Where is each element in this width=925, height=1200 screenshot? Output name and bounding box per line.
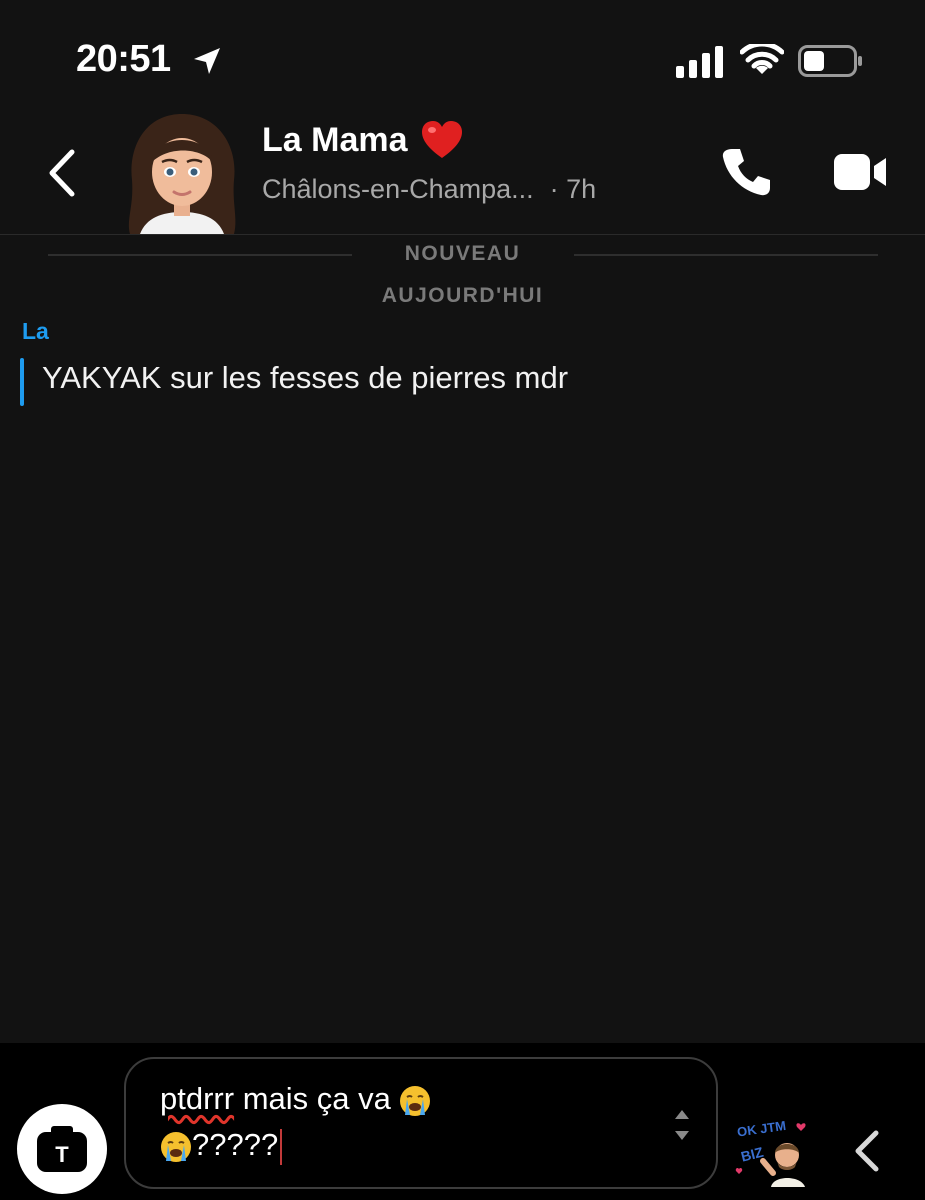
signal-icon [676, 46, 723, 78]
input-line-2: ????? [160, 1127, 283, 1165]
back-chevron-icon[interactable] [44, 148, 80, 198]
stepper-icon[interactable] [672, 1105, 692, 1145]
avatar[interactable] [120, 110, 244, 234]
message-input[interactable]: ptdrrr mais ça va ????? [124, 1057, 718, 1189]
status-bar: 20:51 [0, 0, 925, 110]
message-accent-bar [20, 358, 24, 406]
camera-icon: T [37, 1126, 87, 1172]
input-text-1: mais ça va [234, 1081, 400, 1116]
phone-icon[interactable] [720, 146, 772, 198]
contact-subtitle: Châlons-en-Champa... · 7h [262, 174, 596, 205]
expand-chevron-icon[interactable] [852, 1129, 882, 1173]
last-seen: · 7h [549, 174, 597, 204]
video-icon[interactable] [832, 150, 888, 194]
composer-bar: T ptdrrr mais ça va ????? OK JTM BIZ [0, 1043, 925, 1200]
text-cursor [280, 1128, 283, 1165]
crying-face-emoji [161, 1131, 191, 1162]
misspelled-word: ptdrrr [160, 1081, 235, 1116]
wifi-icon [740, 44, 784, 74]
input-line-1: ptdrrr mais ça va [160, 1081, 431, 1117]
contact-name-text: La Mama [262, 120, 408, 159]
heart-icon [421, 121, 462, 158]
message-text[interactable]: YAKYAK sur les fesses de pierres mdr [42, 360, 568, 396]
sticker-text-1: OK JTM [736, 1118, 787, 1140]
bitmoji-sticker-button[interactable]: OK JTM BIZ [733, 1115, 809, 1187]
new-divider: NOUVEAU [0, 240, 925, 270]
camera-button[interactable]: T [17, 1104, 107, 1194]
contact-name[interactable]: La Mama [262, 120, 464, 160]
location-arrow-icon [194, 48, 220, 74]
crying-face-emoji [400, 1085, 431, 1116]
input-text-2: ????? [192, 1127, 279, 1162]
chat-header: La Mama Châlons-en-Champa... · 7h [0, 110, 925, 235]
battery-icon [798, 45, 862, 77]
divider-line-right [574, 254, 878, 256]
status-time: 20:51 [76, 38, 171, 80]
message-sender: La [22, 318, 49, 344]
date-separator: AUJOURD'HUI [381, 284, 544, 307]
contact-location: Châlons-en-Champa... [262, 174, 534, 204]
camera-letter: T [55, 1142, 69, 1167]
